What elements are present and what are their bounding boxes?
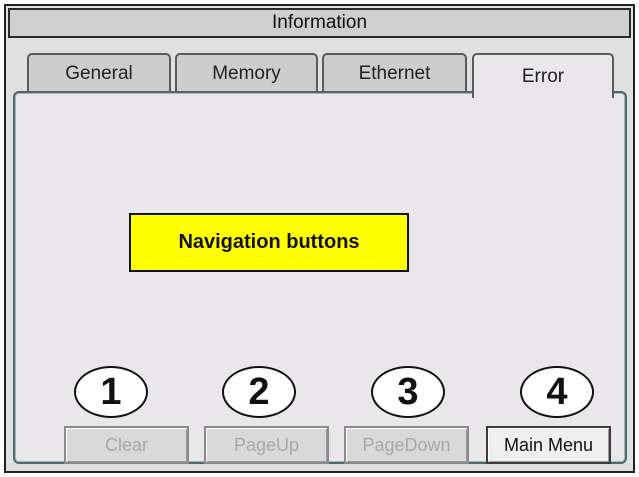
tab-ethernet[interactable]: Ethernet	[322, 53, 467, 93]
marker-3: 3	[371, 366, 445, 418]
marker-2: 2	[222, 366, 296, 418]
marker-4: 4	[520, 366, 594, 418]
navigation-buttons-callout: Navigation buttons	[129, 213, 409, 272]
tab-general[interactable]: General	[27, 53, 171, 93]
clear-button[interactable]: Clear	[64, 426, 189, 464]
window-title: Information	[8, 8, 631, 38]
pageup-button[interactable]: PageUp	[204, 426, 329, 464]
main-menu-button[interactable]: Main Menu	[486, 426, 611, 464]
pagedown-button[interactable]: PageDown	[344, 426, 469, 464]
tab-error[interactable]: Error	[472, 53, 614, 98]
tab-memory[interactable]: Memory	[175, 53, 318, 93]
marker-1: 1	[74, 366, 148, 418]
